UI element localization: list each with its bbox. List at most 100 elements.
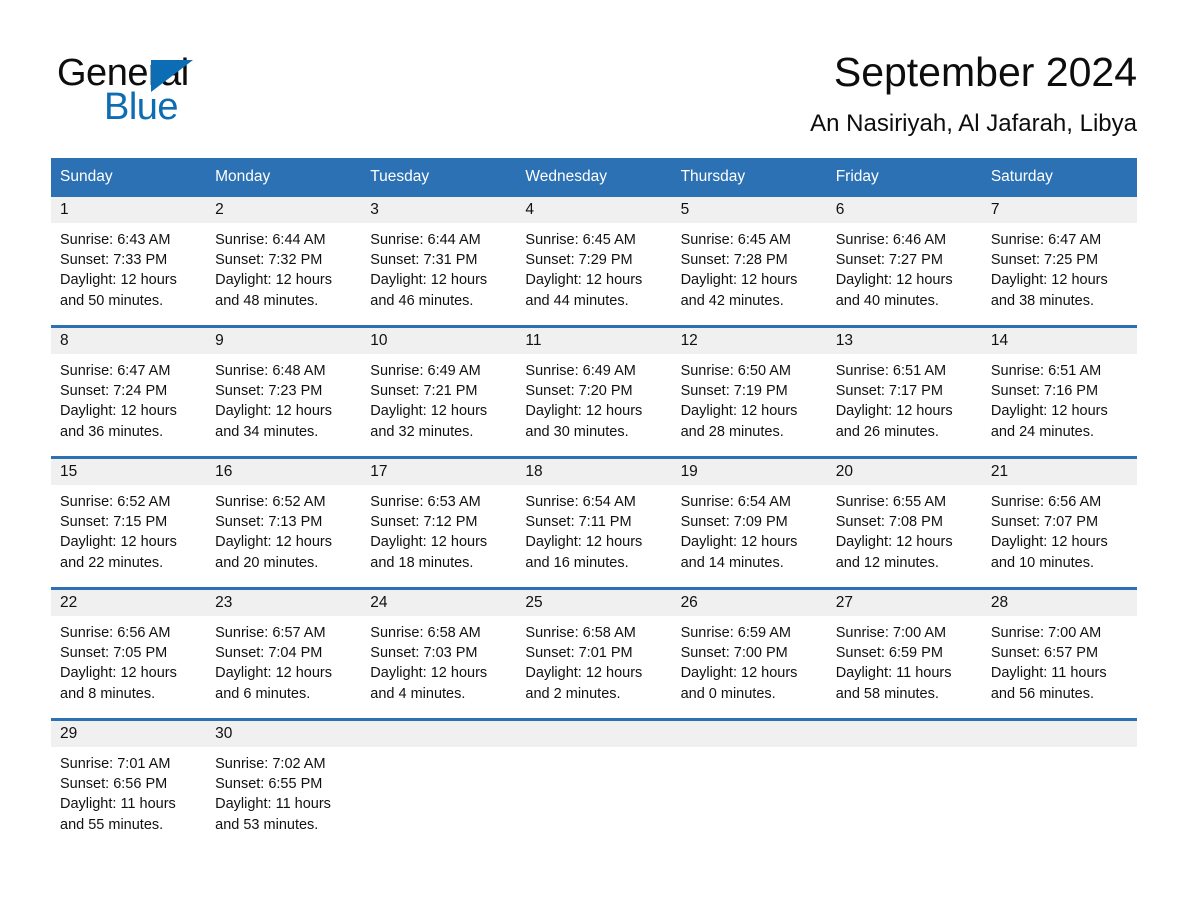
daylight-line: Daylight: 12 hours and 50 minutes. (60, 272, 177, 309)
day-cell[interactable]: 22 Sunrise: 6:56 AM Sunset: 7:05 PM Dayl… (51, 590, 207, 718)
sunset-line: Sunset: 7:25 PM (990, 252, 1099, 269)
day-details: Sunrise: 6:56 AM Sunset: 7:05 PM Dayligh… (51, 616, 206, 704)
sunset-line: Sunset: 7:07 PM (990, 514, 1099, 531)
day-cell[interactable]: 5 Sunrise: 6:45 AM Sunset: 7:28 PM Dayli… (671, 197, 827, 325)
weekday-header-friday: Friday (826, 158, 982, 197)
weekday-header-wednesday: Wednesday (516, 158, 672, 197)
day-cell[interactable]: 30 Sunrise: 7:02 AM Sunset: 6:55 PM Dayl… (206, 721, 362, 839)
sunrise-line: Sunrise: 6:46 AM (835, 232, 947, 248)
day-cell[interactable]: 20 Sunrise: 6:55 AM Sunset: 7:08 PM Dayl… (826, 459, 982, 587)
day-details: Sunrise: 7:01 AM Sunset: 6:56 PM Dayligh… (51, 747, 206, 835)
sunset-line: Sunset: 7:19 PM (680, 383, 788, 400)
day-cell[interactable]: 18 Sunrise: 6:54 AM Sunset: 7:11 PM Dayl… (516, 459, 672, 587)
daylight-line: Daylight: 12 hours and 8 minutes. (60, 665, 177, 702)
daylight-line: Daylight: 12 hours and 28 minutes. (680, 403, 798, 440)
day-details: Sunrise: 6:57 AM Sunset: 7:04 PM Dayligh… (206, 616, 361, 704)
day-cell[interactable]: 12 Sunrise: 6:50 AM Sunset: 7:19 PM Dayl… (671, 328, 827, 456)
day-details: Sunrise: 6:55 AM Sunset: 7:08 PM Dayligh… (827, 485, 982, 573)
day-cell[interactable]: 7 Sunrise: 6:47 AM Sunset: 7:25 PM Dayli… (981, 197, 1137, 325)
day-number: 27 (826, 590, 982, 616)
daylight-line: Daylight: 12 hours and 0 minutes. (680, 665, 798, 702)
daylight-line: Daylight: 12 hours and 48 minutes. (215, 272, 333, 309)
day-details: Sunrise: 6:52 AM Sunset: 7:15 PM Dayligh… (51, 485, 206, 573)
daylight-line: Daylight: 11 hours and 56 minutes. (990, 665, 1107, 702)
daylight-line: Daylight: 12 hours and 24 minutes. (990, 403, 1108, 440)
page-header: General Blue September 2024 An Nasiriyah… (0, 0, 1188, 155)
day-cell[interactable]: 26 Sunrise: 6:59 AM Sunset: 7:00 PM Dayl… (671, 590, 827, 718)
day-cell[interactable]: 28 Sunrise: 7:00 AM Sunset: 6:57 PM Dayl… (981, 590, 1137, 718)
calendar-week-row: 22 Sunrise: 6:56 AM Sunset: 7:05 PM Dayl… (51, 587, 1137, 720)
day-number: 11 (516, 328, 672, 354)
day-cell[interactable]: 23 Sunrise: 6:57 AM Sunset: 7:04 PM Dayl… (206, 590, 362, 718)
day-number: 24 (361, 590, 517, 616)
sunset-line: Sunset: 7:04 PM (215, 645, 323, 662)
sunset-line: Sunset: 7:23 PM (215, 383, 323, 400)
daylight-line: Daylight: 11 hours and 53 minutes. (215, 796, 331, 833)
day-cell[interactable]: 11 Sunrise: 6:49 AM Sunset: 7:20 PM Dayl… (516, 328, 672, 456)
day-cell[interactable]: 2 Sunrise: 6:44 AM Sunset: 7:32 PM Dayli… (206, 197, 362, 325)
day-cell[interactable]: 13 Sunrise: 6:51 AM Sunset: 7:17 PM Dayl… (826, 328, 982, 456)
daylight-line: Daylight: 12 hours and 16 minutes. (525, 534, 643, 571)
day-details: Sunrise: 6:45 AM Sunset: 7:28 PM Dayligh… (672, 223, 827, 311)
sunrise-line: Sunrise: 6:51 AM (990, 363, 1102, 379)
sunrise-line: Sunrise: 6:59 AM (680, 625, 791, 641)
day-details: Sunrise: 6:58 AM Sunset: 7:01 PM Dayligh… (516, 616, 671, 704)
sunrise-line: Sunrise: 7:00 AM (835, 625, 947, 641)
day-details: Sunrise: 6:54 AM Sunset: 7:11 PM Dayligh… (516, 485, 671, 573)
day-details: Sunrise: 6:49 AM Sunset: 7:21 PM Dayligh… (361, 354, 516, 442)
sunset-line: Sunset: 7:16 PM (990, 383, 1099, 400)
day-cell[interactable]: 10 Sunrise: 6:49 AM Sunset: 7:21 PM Dayl… (361, 328, 517, 456)
calendar-week-row: 15 Sunrise: 6:52 AM Sunset: 7:15 PM Dayl… (51, 456, 1137, 589)
day-cell[interactable]: 8 Sunrise: 6:47 AM Sunset: 7:24 PM Dayli… (51, 328, 207, 456)
sunrise-line: Sunrise: 6:53 AM (370, 494, 481, 510)
daylight-line: Daylight: 12 hours and 4 minutes. (370, 665, 488, 702)
sunset-line: Sunset: 7:21 PM (370, 383, 478, 400)
day-details: Sunrise: 6:51 AM Sunset: 7:17 PM Dayligh… (827, 354, 982, 442)
day-cell[interactable]: 19 Sunrise: 6:54 AM Sunset: 7:09 PM Dayl… (671, 459, 827, 587)
daylight-line: Daylight: 12 hours and 42 minutes. (680, 272, 798, 309)
day-cell[interactable]: 21 Sunrise: 6:56 AM Sunset: 7:07 PM Dayl… (981, 459, 1137, 587)
daylight-line: Daylight: 11 hours and 58 minutes. (835, 665, 952, 702)
day-cell-empty (671, 721, 827, 839)
day-number: 13 (826, 328, 982, 354)
day-number: 6 (826, 197, 982, 223)
day-details: Sunrise: 6:44 AM Sunset: 7:31 PM Dayligh… (361, 223, 516, 311)
sunrise-line: Sunrise: 6:43 AM (60, 232, 171, 248)
day-cell[interactable]: 9 Sunrise: 6:48 AM Sunset: 7:23 PM Dayli… (206, 328, 362, 456)
daylight-line: Daylight: 12 hours and 30 minutes. (525, 403, 643, 440)
day-number (826, 721, 982, 747)
day-cell[interactable]: 25 Sunrise: 6:58 AM Sunset: 7:01 PM Dayl… (516, 590, 672, 718)
sunset-line: Sunset: 7:12 PM (370, 514, 478, 531)
sunset-line: Sunset: 6:56 PM (60, 776, 168, 793)
day-cell[interactable]: 3 Sunrise: 6:44 AM Sunset: 7:31 PM Dayli… (361, 197, 517, 325)
day-cell[interactable]: 27 Sunrise: 7:00 AM Sunset: 6:59 PM Dayl… (826, 590, 982, 718)
general-blue-logo: General Blue (57, 52, 317, 128)
day-cell[interactable]: 1 Sunrise: 6:43 AM Sunset: 7:33 PM Dayli… (51, 197, 207, 325)
day-number: 30 (206, 721, 362, 747)
day-cell[interactable]: 29 Sunrise: 7:01 AM Sunset: 6:56 PM Dayl… (51, 721, 207, 839)
day-cell[interactable]: 24 Sunrise: 6:58 AM Sunset: 7:03 PM Dayl… (361, 590, 517, 718)
day-cell[interactable]: 14 Sunrise: 6:51 AM Sunset: 7:16 PM Dayl… (981, 328, 1137, 456)
sunset-line: Sunset: 7:00 PM (680, 645, 788, 662)
sunset-line: Sunset: 7:31 PM (370, 252, 478, 269)
day-number (671, 721, 827, 747)
day-details: Sunrise: 6:54 AM Sunset: 7:09 PM Dayligh… (672, 485, 827, 573)
day-cell[interactable]: 17 Sunrise: 6:53 AM Sunset: 7:12 PM Dayl… (361, 459, 517, 587)
sunset-line: Sunset: 7:27 PM (835, 252, 943, 269)
sunset-line: Sunset: 6:57 PM (990, 645, 1099, 662)
daylight-line: Daylight: 12 hours and 32 minutes. (370, 403, 488, 440)
day-cell[interactable]: 6 Sunrise: 6:46 AM Sunset: 7:27 PM Dayli… (826, 197, 982, 325)
weekday-header-tuesday: Tuesday (361, 158, 517, 197)
day-details: Sunrise: 7:00 AM Sunset: 6:59 PM Dayligh… (827, 616, 982, 704)
day-number: 18 (516, 459, 672, 485)
sunset-line: Sunset: 7:01 PM (525, 645, 633, 662)
day-number: 19 (671, 459, 827, 485)
sunset-line: Sunset: 7:03 PM (370, 645, 478, 662)
day-details: Sunrise: 6:50 AM Sunset: 7:19 PM Dayligh… (672, 354, 827, 442)
day-cell[interactable]: 4 Sunrise: 6:45 AM Sunset: 7:29 PM Dayli… (516, 197, 672, 325)
day-cell[interactable]: 15 Sunrise: 6:52 AM Sunset: 7:15 PM Dayl… (51, 459, 207, 587)
sunrise-line: Sunrise: 6:49 AM (370, 363, 481, 379)
sunrise-line: Sunrise: 6:45 AM (680, 232, 791, 248)
day-cell-empty (826, 721, 982, 839)
day-cell[interactable]: 16 Sunrise: 6:52 AM Sunset: 7:13 PM Dayl… (206, 459, 362, 587)
